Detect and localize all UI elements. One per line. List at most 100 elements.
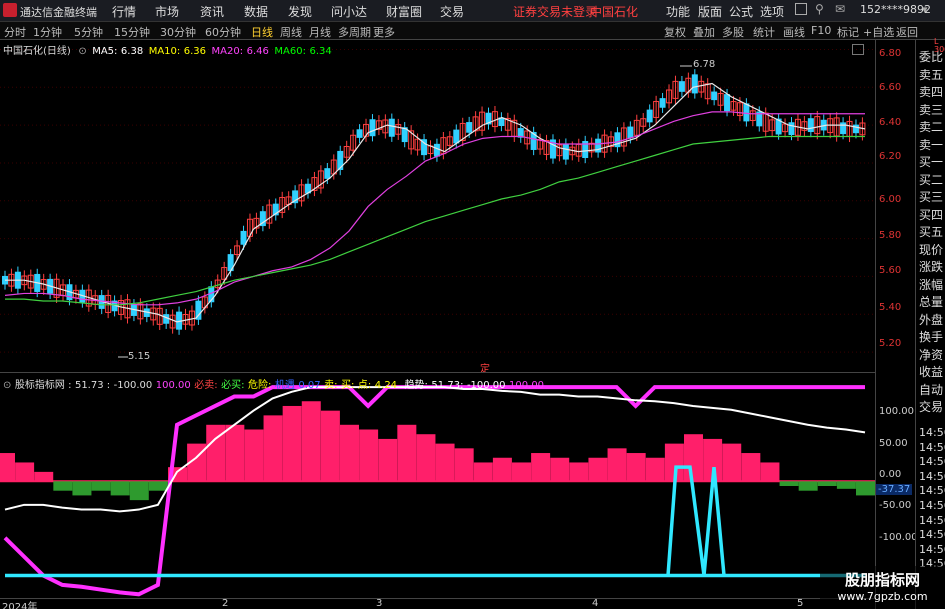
histogram-bar xyxy=(416,434,436,482)
tab-5min[interactable]: 5分钟 xyxy=(74,24,103,40)
tab-60min[interactable]: 60分钟 xyxy=(205,24,241,40)
tool-back[interactable]: 返回 xyxy=(896,24,918,40)
must-buy-label: 必买 xyxy=(221,380,242,391)
opportunity-value: 0.07 xyxy=(298,380,321,391)
histogram-bar xyxy=(607,448,627,482)
side-panel-item[interactable]: 交易 xyxy=(919,398,945,415)
ma5-label: MA5 xyxy=(92,46,115,57)
menu-market[interactable]: 市场 xyxy=(155,3,179,20)
side-panel-item[interactable]: 买五 xyxy=(919,223,945,240)
menu-function[interactable]: 功能 xyxy=(666,3,690,20)
menu-ask[interactable]: 问小达 xyxy=(331,3,367,20)
indicator-chart[interactable]: ⊙ 股标指标网 : 51.73 : -100.00 100.00 必卖: 必买:… xyxy=(0,372,875,598)
tab-1min[interactable]: 1分钟 xyxy=(33,24,62,40)
menu-options[interactable]: 选项 xyxy=(760,3,784,20)
candle-body xyxy=(840,122,847,135)
side-panel-item[interactable]: 净资 xyxy=(919,346,945,363)
date-tick: 2 xyxy=(222,598,229,609)
level-badge: L 300 xyxy=(934,37,945,54)
app-title: 通达信金融终端 xyxy=(20,6,97,19)
trend-v1: 51.73 xyxy=(431,380,461,391)
price-tick: 6.20 xyxy=(879,151,902,162)
tool-add-watch[interactable]: +自选 xyxy=(863,24,894,40)
side-panel-item[interactable]: 卖三 xyxy=(919,101,945,118)
menu-data[interactable]: 数据 xyxy=(244,3,268,20)
price-tick: 6.40 xyxy=(879,117,902,128)
dropdown-icon[interactable]: ▾ xyxy=(922,3,928,16)
legend-toggle-icon[interactable]: ⊙ xyxy=(78,46,86,57)
side-panel-item[interactable]: 自动 xyxy=(919,381,945,398)
side-panel-item[interactable]: 涨幅 xyxy=(919,276,945,293)
date-axis: 2024年 2 3 4 5 xyxy=(0,598,875,609)
tool-f10[interactable]: F10 xyxy=(811,24,831,37)
side-panel-time: 14:56 xyxy=(919,484,945,498)
trade-login-notice[interactable]: 证券交易未登录 xyxy=(513,3,597,20)
candle-body xyxy=(724,94,731,112)
tab-daily[interactable]: 日线 xyxy=(251,24,273,40)
menu-formula[interactable]: 公式 xyxy=(729,3,753,20)
histogram-bar xyxy=(492,457,512,482)
histogram-bar xyxy=(320,410,340,482)
tab-30min[interactable]: 30分钟 xyxy=(160,24,196,40)
tool-stats[interactable]: 统计 xyxy=(753,24,775,40)
side-panel-item[interactable]: 买一 xyxy=(919,153,945,170)
side-panel-item[interactable]: 买三 xyxy=(919,188,945,205)
tool-draw[interactable]: 画线 xyxy=(783,24,805,40)
window-restore-icon[interactable] xyxy=(795,3,807,15)
tab-monthly[interactable]: 月线 xyxy=(309,24,331,40)
chart-settings-icon[interactable] xyxy=(852,44,864,55)
trend-v2: -100.00 xyxy=(466,380,506,391)
side-panel-item[interactable]: 外盘 xyxy=(919,311,945,328)
menu-quote[interactable]: 行情 xyxy=(112,3,136,20)
point-value: 4.24 xyxy=(374,380,398,391)
trend-label: 趋势 xyxy=(404,380,425,391)
side-panel-item[interactable]: 卖五 xyxy=(919,66,945,83)
histogram-bar xyxy=(798,481,818,491)
indicator-toggle-icon[interactable]: ⊙ xyxy=(3,380,11,391)
tool-mark[interactable]: 标记 xyxy=(837,24,859,40)
candle-body xyxy=(356,129,363,138)
side-panel-item[interactable]: 现价 xyxy=(919,241,945,258)
candle-body xyxy=(163,314,170,324)
ma20-label: MA20 xyxy=(211,46,240,57)
side-panel-time: 14:56 xyxy=(919,440,945,454)
histogram-bar xyxy=(645,457,665,482)
menu-news[interactable]: 资讯 xyxy=(200,3,224,20)
tab-timeshare[interactable]: 分时 xyxy=(4,24,26,40)
price-tick: 5.20 xyxy=(879,338,902,349)
tab-weekly[interactable]: 周线 xyxy=(280,24,302,40)
tool-multi-stock[interactable]: 多股 xyxy=(722,24,744,40)
tool-adjust[interactable]: 复权 xyxy=(664,24,686,40)
indicator-name: 股标指标网 xyxy=(14,380,65,391)
side-panel-item[interactable]: 买四 xyxy=(919,206,945,223)
message-icon[interactable]: ✉ xyxy=(835,2,845,16)
tab-more[interactable]: 更多 xyxy=(373,24,395,40)
side-panel-item[interactable]: 总量 xyxy=(919,293,945,310)
ind-tick: -50.00 xyxy=(879,500,912,511)
lock-icon[interactable]: ⚲ xyxy=(815,2,824,16)
menu-layout[interactable]: 版面 xyxy=(698,3,722,20)
side-panel-item[interactable]: 卖二 xyxy=(919,118,945,135)
account-id[interactable]: 152****9892 xyxy=(860,3,931,16)
tab-15min[interactable]: 15分钟 xyxy=(114,24,150,40)
side-panel-item[interactable]: 卖一 xyxy=(919,136,945,153)
tool-overlay[interactable]: 叠加 xyxy=(693,24,715,40)
menu-discover[interactable]: 发现 xyxy=(288,3,312,20)
side-panel-item[interactable]: 卖四 xyxy=(919,83,945,100)
menu-wealth[interactable]: 财富圈 xyxy=(386,3,422,20)
price-chart[interactable]: 中国石化(日线) ⊙ MA5: 6.38 MA10: 6.36 MA20: 6.… xyxy=(0,40,875,375)
histogram-bar xyxy=(359,429,379,482)
ma10-value: 6.36 xyxy=(183,46,207,57)
side-panel-item[interactable]: 收益 xyxy=(919,363,945,380)
side-panel-time: 14:56 xyxy=(919,542,945,556)
side-panel-item[interactable]: 买二 xyxy=(919,171,945,188)
side-panel-item[interactable]: 涨跌 xyxy=(919,258,945,275)
menu-trade[interactable]: 交易 xyxy=(440,3,464,20)
side-panel-time: 14:56 xyxy=(919,513,945,527)
tab-multi-period[interactable]: 多周期 xyxy=(338,24,371,40)
side-panel-item[interactable]: 换手 xyxy=(919,328,945,345)
histogram-bar xyxy=(454,448,474,482)
ind-tick: 50.00 xyxy=(879,438,908,449)
side-panel-time: 14:56 xyxy=(919,499,945,512)
candle-body xyxy=(369,119,376,137)
